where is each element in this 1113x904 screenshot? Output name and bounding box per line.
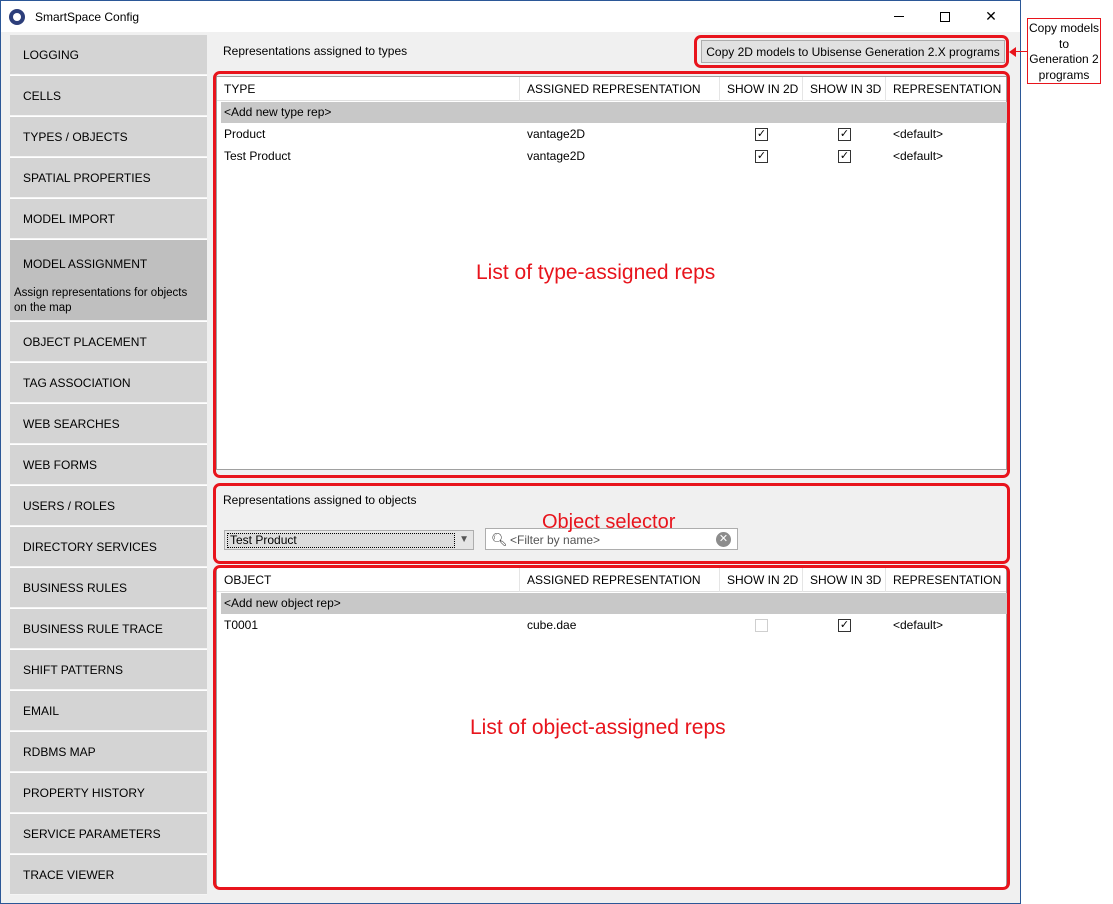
sidebar-item-property-history[interactable]: PROPERTY HISTORY <box>10 773 207 813</box>
sidebar-item-object-placement[interactable]: OBJECT PLACEMENT <box>10 322 207 362</box>
minimize-button[interactable] <box>876 1 922 32</box>
sidebar-item-model-import[interactable]: MODEL IMPORT <box>10 199 207 239</box>
sidebar-item-web-forms[interactable]: WEB FORMS <box>10 445 207 485</box>
close-icon: ✕ <box>985 8 997 24</box>
sidebar-item-label: USERS / ROLES <box>23 498 116 513</box>
sidebar-item-model-assignment[interactable]: MODEL ASSIGNMENT Assign representations … <box>10 240 207 321</box>
minimize-icon <box>894 16 904 17</box>
sidebar-item-label: OBJECT PLACEMENT <box>23 334 147 349</box>
sidebar-item-label: WEB FORMS <box>23 457 97 472</box>
sidebar-item-label: TRACE VIEWER <box>23 867 115 882</box>
sidebar-item-label: SERVICE PARAMETERS <box>23 826 161 841</box>
sidebar-item-description: Assign representations for objects on th… <box>14 287 188 314</box>
sidebar-item-cells[interactable]: CELLS <box>10 76 207 116</box>
sidebar-item-label: TYPES / OBJECTS <box>23 129 128 144</box>
sidebar-item-tag-association[interactable]: TAG ASSOCIATION <box>10 363 207 403</box>
sidebar-item-service-parameters[interactable]: SERVICE PARAMETERS <box>10 814 207 854</box>
object-selector-annotation: Object selector <box>542 511 676 533</box>
sidebar-item-label: DIRECTORY SERVICES <box>23 539 157 554</box>
sidebar-item-shift-patterns[interactable]: SHIFT PATTERNS <box>10 650 207 690</box>
sidebar-item-label: EMAIL <box>23 703 60 718</box>
sidebar-nav: LOGGING CELLS TYPES / OBJECTS SPATIAL PR… <box>10 35 207 895</box>
copy-callout-box: Copy models to Generation 2 programs <box>1027 18 1101 84</box>
callout-arrow-icon <box>1009 47 1016 57</box>
copy-button-highlight <box>694 35 1009 68</box>
sidebar-item-email[interactable]: EMAIL <box>10 691 207 731</box>
sidebar-item-trace-viewer[interactable]: TRACE VIEWER <box>10 855 207 895</box>
maximize-icon <box>940 11 950 22</box>
close-button[interactable]: ✕ <box>968 1 1014 32</box>
sidebar-item-label: BUSINESS RULES <box>23 580 128 595</box>
sidebar-item-web-searches[interactable]: WEB SEARCHES <box>10 404 207 444</box>
sidebar-item-users-roles[interactable]: USERS / ROLES <box>10 486 207 526</box>
sidebar-item-label: RDBMS MAP <box>23 744 96 759</box>
sidebar-item-spatial-properties[interactable]: SPATIAL PROPERTIES <box>10 158 207 198</box>
sidebar-item-rdbms-map[interactable]: RDBMS MAP <box>10 732 207 772</box>
sidebar-item-label: LOGGING <box>23 47 80 62</box>
object-list-annotation: List of object-assigned reps <box>470 716 726 739</box>
types-section-label: Representations assigned to types <box>223 44 408 58</box>
app-logo-icon <box>9 8 25 25</box>
title-bar[interactable]: SmartSpace Config ✕ <box>1 1 1020 32</box>
type-list-annotation: List of type-assigned reps <box>476 261 716 284</box>
sidebar-item-label: CELLS <box>23 88 62 103</box>
sidebar-item-logging[interactable]: LOGGING <box>10 35 207 75</box>
sidebar-item-label: WEB SEARCHES <box>23 416 120 431</box>
sidebar-item-types-objects[interactable]: TYPES / OBJECTS <box>10 117 207 157</box>
sidebar-item-directory-services[interactable]: DIRECTORY SERVICES <box>10 527 207 567</box>
sidebar-item-label: TAG ASSOCIATION <box>23 375 131 390</box>
sidebar-item-business-rules[interactable]: BUSINESS RULES <box>10 568 207 608</box>
sidebar-item-business-rule-trace[interactable]: BUSINESS RULE TRACE <box>10 609 207 649</box>
sidebar-item-label: MODEL IMPORT <box>23 211 116 226</box>
sidebar-item-label: BUSINESS RULE TRACE <box>23 621 163 636</box>
sidebar-item-label: MODEL ASSIGNMENT <box>23 257 148 271</box>
window-title: SmartSpace Config <box>35 9 140 24</box>
sidebar-item-label: SHIFT PATTERNS <box>23 662 124 677</box>
sidebar-item-label: SPATIAL PROPERTIES <box>23 170 151 185</box>
sidebar-item-label: PROPERTY HISTORY <box>23 785 145 800</box>
maximize-button[interactable] <box>922 1 968 32</box>
